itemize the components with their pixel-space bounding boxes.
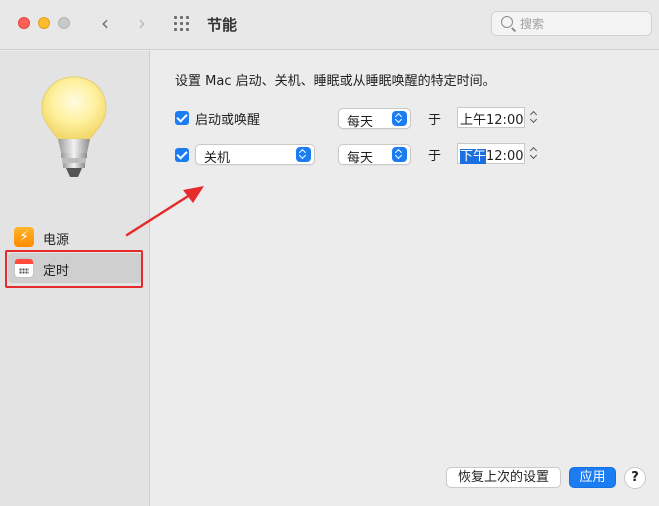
shutdown-frequency-popup[interactable]: 每天 [338,144,411,166]
lightbulb-icon [41,76,107,177]
restore-settings-button[interactable]: 恢复上次的设置 [446,467,561,488]
updown-arrows-icon [392,111,407,126]
schedule-pane: 设置 Mac 启动、关机、睡眠或从睡眠唤醒的特定时间。 启动或唤醒 每天 于 上… [151,51,659,506]
shutdown-checkbox[interactable] [175,148,189,162]
sidebar-item-label: 电源 [43,233,70,248]
apply-button[interactable]: 应用 [569,467,616,488]
updown-arrows-icon [392,147,407,162]
popup-value: 关机 [204,151,231,166]
search-field[interactable] [491,11,652,36]
bolt-icon: ⚡ [14,227,34,247]
shutdown-time-stepper[interactable] [528,143,540,164]
zoom-window-button[interactable] [58,17,70,29]
at-label: 于 [428,113,442,128]
annotation-highlight-box [5,250,143,288]
time-period[interactable]: 上午 [460,113,486,128]
minimize-window-button[interactable] [38,17,50,29]
time-value[interactable]: 12:00 [486,149,523,164]
shutdown-action-popup[interactable]: 关机 [195,144,315,166]
show-all-grid-icon[interactable] [174,16,192,32]
startup-checkbox[interactable] [175,111,189,125]
shutdown-time-field[interactable]: 下午12:00 [457,143,525,164]
search-input[interactable] [520,15,645,33]
popup-value: 每天 [347,115,374,130]
forward-button[interactable]: › [132,13,152,35]
window-title: 节能 [207,16,238,34]
startup-frequency-popup[interactable]: 每天 [338,108,411,130]
search-icon [501,16,513,28]
at-label: 于 [428,149,442,164]
title-bar: ‹ › 节能 [0,0,659,50]
chevron-left-icon: ‹ [101,11,109,35]
help-button[interactable]: ? [624,467,646,489]
startup-label: 启动或唤醒 [195,113,261,128]
startup-time-field[interactable]: 上午12:00 [457,107,525,128]
time-value[interactable]: 12:00 [486,113,523,128]
sidebar: ⚡ 电源 定时 [0,51,150,506]
updown-arrows-icon [296,147,311,162]
sidebar-item-power[interactable]: ⚡ 电源 [8,222,142,252]
time-period-selected[interactable]: 下午 [460,149,487,164]
back-button[interactable]: ‹ [95,13,115,35]
close-window-button[interactable] [18,17,30,29]
pane-description: 设置 Mac 启动、关机、睡眠或从睡眠唤醒的特定时间。 [175,74,496,89]
startup-time-stepper[interactable] [528,107,540,128]
chevron-right-icon: › [138,11,146,35]
popup-value: 每天 [347,151,374,166]
